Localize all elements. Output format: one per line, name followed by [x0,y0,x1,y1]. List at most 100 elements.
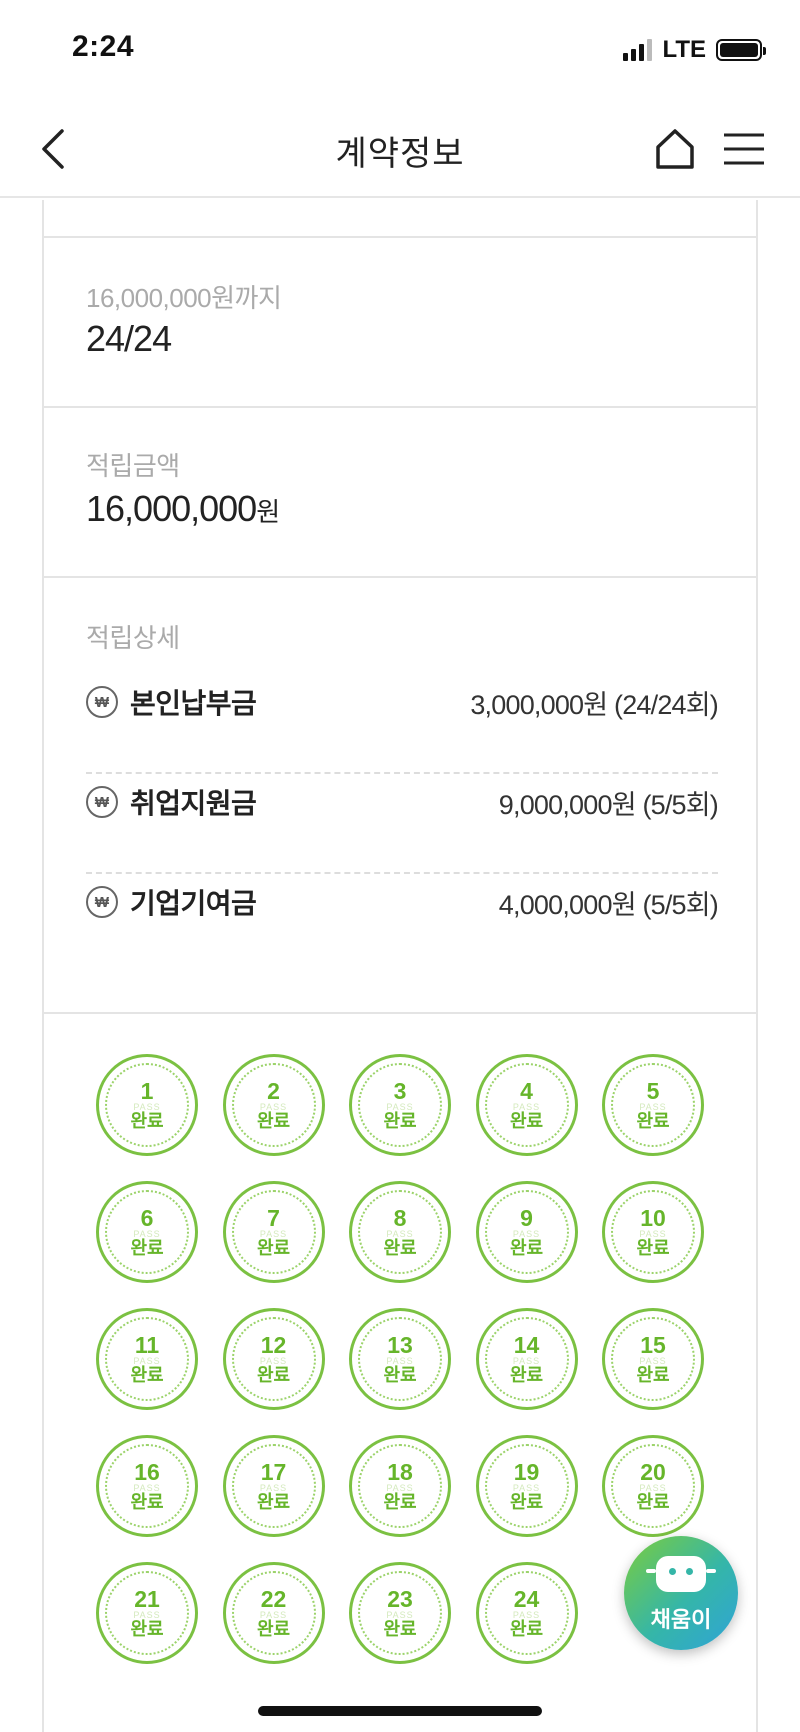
hamburger-icon [724,133,764,165]
home-button[interactable] [650,122,700,176]
stamp-inner: 12 PASS 완료 [231,1317,316,1401]
payment-stamp: 22 PASS 완료 [222,1562,325,1664]
stamp-number: 17 [260,1459,287,1485]
payment-stamp: 17 PASS 완료 [222,1435,325,1537]
stamp-inner: 21 PASS 완료 [105,1571,189,1655]
stamp-inner: 24 PASS 완료 [484,1571,569,1655]
stamp-inner: 23 PASS 완료 [358,1571,442,1655]
stamp-number: 14 [513,1332,540,1358]
stamp-status-label: 완료 [509,1365,544,1385]
stamp-inner: 14 PASS 완료 [484,1317,569,1401]
payment-stamp: 14 PASS 완료 [475,1308,578,1410]
stamp-inner: 18 PASS 완료 [358,1444,442,1528]
stamp-number: 12 [260,1332,287,1358]
battery-icon [716,39,766,61]
status-time: 2:24 [72,30,135,63]
stamp-status-label: 완료 [130,1238,164,1258]
app-header: 계약정보 [0,100,800,198]
payment-stamp: 15 PASS 완료 [602,1308,704,1410]
detail-name: 본인납부금 [130,688,257,719]
payment-stamp: 1 PASS 완료 [96,1054,198,1156]
stamp-number: 2 [267,1078,280,1104]
target-section: 16,000,000원까지 24/24 [44,236,756,406]
saving-detail-label: 적립상세 [86,623,180,653]
stamp-inner: 5 PASS 완료 [611,1063,695,1147]
robot-icon [656,1556,706,1592]
detail-row-self-payment: ₩ 본인납부금 3,000,000원 (24/24회) [86,672,719,732]
chatbot-button[interactable]: 채움이 [624,1536,738,1650]
stamp-number: 22 [260,1586,287,1612]
stamp-status-label: 완료 [383,1111,417,1131]
detail-amount: 4,000,000원 (5/5회) [498,889,719,920]
stamp-inner: 10 PASS 완료 [611,1190,695,1274]
stamp-number: 20 [640,1459,666,1485]
stamp-number: 24 [513,1586,540,1612]
stamp-number: 11 [134,1332,160,1358]
payment-stamp: 18 PASS 완료 [349,1435,451,1537]
stamp-number: 19 [513,1459,540,1485]
stamp-status-label: 완료 [383,1492,417,1512]
detail-name: 기업기여금 [130,888,257,919]
stamp-status-label: 완료 [383,1365,417,1385]
stamp-inner: 8 PASS 완료 [358,1190,442,1274]
stamp-status-label: 완료 [509,1492,544,1512]
stamp-status-label: 완료 [383,1619,417,1639]
stamp-inner: 7 PASS 완료 [231,1190,316,1274]
payment-stamp: 11 PASS 완료 [96,1308,198,1410]
stamp-number: 1 [140,1078,154,1104]
stamp-inner: 19 PASS 완료 [484,1444,569,1528]
payment-stamp: 8 PASS 완료 [349,1181,451,1283]
stamp-status-label: 완료 [636,1365,670,1385]
stamp-status-label: 완료 [130,1365,164,1385]
signal-icon [623,39,653,61]
saved-amount-label: 적립금액 [86,451,180,481]
target-value: 24/24 [86,318,172,359]
stamp-status-label: 완료 [130,1619,164,1639]
payment-stamp: 10 PASS 완료 [602,1181,704,1283]
stamp-status-label: 완료 [636,1238,670,1258]
stamp-inner: 16 PASS 완료 [105,1444,189,1528]
payment-stamp: 4 PASS 완료 [475,1054,578,1156]
stamp-status-label: 완료 [130,1492,164,1512]
stamp-status-label: 완료 [256,1365,291,1385]
stamp-inner: 20 PASS 완료 [611,1444,695,1528]
stamp-number: 4 [520,1078,533,1104]
contract-info-card: 16,000,000원까지 24/24 적립금액 16,000,000원 적립상… [42,200,758,1732]
status-bar: 2:24 LTE [0,0,800,100]
stamp-number: 9 [520,1205,533,1231]
stamp-number: 15 [640,1332,666,1358]
stamp-status-label: 완료 [636,1492,670,1512]
payment-stamp: 5 PASS 완료 [602,1054,704,1156]
stamp-inner: 3 PASS 완료 [358,1063,442,1147]
stamp-status-label: 완료 [636,1111,670,1131]
detail-name: 취업지원금 [130,788,257,819]
stamp-inner: 1 PASS 완료 [105,1063,189,1147]
saving-detail-section: 적립상세 ₩ 본인납부금 3,000,000원 (24/24회) ₩ 취업지원금… [44,576,756,1012]
won-icon: ₩ [86,886,118,918]
stamp-number: 10 [640,1205,666,1231]
payment-stamp: 7 PASS 완료 [222,1181,325,1283]
menu-button[interactable] [718,122,770,176]
stamp-number: 16 [134,1459,160,1485]
payment-stamp: 12 PASS 완료 [222,1308,325,1410]
payment-stamp: 13 PASS 완료 [349,1308,451,1410]
stamp-status-label: 완료 [509,1238,544,1258]
stamp-status-label: 완료 [509,1619,544,1639]
payment-stamp: 9 PASS 완료 [475,1181,578,1283]
stamp-inner: 4 PASS 완료 [484,1063,569,1147]
stamp-number: 3 [393,1078,407,1104]
payment-stamp: 6 PASS 완료 [96,1181,198,1283]
status-indicators: LTE [623,36,766,64]
stamp-inner: 15 PASS 완료 [611,1317,695,1401]
stamp-number: 6 [140,1205,154,1231]
stamp-number: 21 [134,1586,160,1612]
stamp-status-label: 완료 [256,1111,291,1131]
stamp-status-label: 완료 [256,1492,291,1512]
payment-stamp: 2 PASS 완료 [222,1054,325,1156]
stamp-number: 13 [387,1332,413,1358]
stamp-inner: 17 PASS 완료 [231,1444,316,1528]
stamp-inner: 2 PASS 완료 [231,1063,316,1147]
payment-stamp: 21 PASS 완료 [96,1562,198,1664]
saved-amount-unit: 원 [256,497,280,527]
stamp-status-label: 완료 [256,1238,291,1258]
